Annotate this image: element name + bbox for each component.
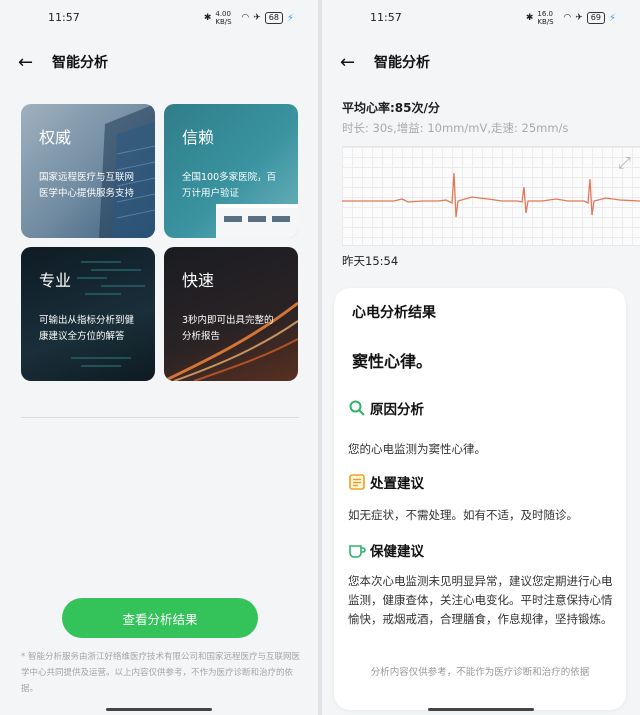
recording-meta: 时长: 30s,增益: 10mm/mV,走速: 25mm/s [342, 121, 569, 135]
section-cause-analysis: 原因分析 [348, 398, 424, 418]
header: ← 智能分析 [18, 50, 108, 74]
status-time: 11:57 [48, 11, 80, 24]
card-desc: 全国100多家医院，百万计用户验证 [182, 172, 277, 199]
back-arrow-icon[interactable]: ← [18, 52, 52, 73]
section-title: 处置建议 [370, 476, 424, 492]
average-heart-rate: 平均心率:85次/分 [342, 101, 440, 115]
page-title: 智能分析 [52, 55, 108, 71]
charging-icon: ⚡ [608, 12, 616, 24]
card-desc: 3秒内即可出具完整的分析报告 [182, 315, 274, 342]
battery-icon: 68 [264, 12, 283, 24]
wifi-icon: ◠ [563, 13, 572, 23]
result-value: 窦性心律。 [352, 352, 433, 371]
status-icons: ✱ 16.0 KB/S ◠ ✈ 69 ⚡ [526, 10, 616, 26]
page-title: 智能分析 [374, 55, 430, 71]
view-results-button[interactable]: 查看分析结果 [62, 598, 258, 638]
home-indicator[interactable] [428, 708, 534, 711]
cup-icon [349, 545, 366, 558]
section-health-advice: 保健建议 [348, 540, 424, 560]
result-footer-note: 分析内容仅供参考，不能作为医疗诊断和治疗的依据 [370, 667, 590, 678]
card-desc: 可输出从指标分析到健康建议全方位的解答 [39, 315, 135, 342]
status-time: 11:57 [370, 11, 402, 24]
back-arrow-icon[interactable]: ← [340, 52, 374, 73]
section-text: 您的心电监测为窦性心律。 [348, 442, 486, 456]
divider [21, 417, 299, 418]
battery-icon: 69 [586, 12, 605, 24]
note-icon [349, 474, 365, 490]
section-title: 原因分析 [370, 402, 424, 418]
status-bar: 11:57 ✱ 4.00 KB/S ◠ ✈ 68 ⚡ [0, 8, 318, 30]
card-title: 快速 [182, 271, 215, 290]
bluetooth-icon: ✱ [525, 13, 534, 23]
section-text: 您本次心电监测未见明显异常，建议您定期进行心电监测，健康查体，关注心电变化。平时… [348, 574, 613, 626]
status-bar: 11:57 ✱ 16.0 KB/S ◠ ✈ 69 ⚡ [322, 8, 640, 30]
status-icons: ✱ 4.00 KB/S ◠ ✈ 68 ⚡ [204, 10, 294, 26]
card-title: 专业 [39, 271, 72, 290]
ecg-result-card: 心电分析结果 窦性心律。 原因分析 您的心电监测为窦性心律。 处置建议 如无症状… [334, 288, 626, 710]
charging-icon: ⚡ [286, 12, 294, 24]
section-text: 如无症状，不需处理。如有不适，及时随诊。 [348, 508, 578, 522]
airplane-icon: ✈ [253, 13, 261, 23]
ecg-chart: ⤢ [342, 146, 640, 246]
section-handling-advice: 处置建议 [348, 472, 424, 492]
card-authority[interactable]: 权威 国家远程医疗与互联网医学中心提供服务支持 [21, 104, 155, 238]
search-icon [349, 400, 365, 416]
card-title: 权威 [39, 128, 72, 147]
card-fast[interactable]: 快速 3秒内即可出具完整的分析报告 [164, 247, 298, 381]
card-trust[interactable]: 信赖 全国100多家医院，百万计用户验证 [164, 104, 298, 238]
wifi-icon: ◠ [241, 13, 250, 23]
airplane-icon: ✈ [575, 13, 583, 23]
left-screen: 11:57 ✱ 4.00 KB/S ◠ ✈ 68 ⚡ ← 智能分析 权威 国家远… [0, 0, 318, 715]
card-professional[interactable]: 专业 可输出从指标分析到健康建议全方位的解答 [21, 247, 155, 381]
card-title: 信赖 [182, 128, 215, 147]
header: ← 智能分析 [340, 50, 430, 74]
card-desc: 国家远程医疗与互联网医学中心提供服务支持 [39, 172, 135, 199]
expand-icon[interactable]: ⤢ [618, 153, 632, 172]
section-title: 保健建议 [370, 544, 424, 560]
net-speed: 4.00 KB/S [215, 10, 232, 26]
disclaimer-text: * 智能分析服务由浙江好络维医疗技术有限公司和国家远程医疗与互联网医学中心共同提… [21, 652, 300, 694]
right-screen: 11:57 ✱ 16.0 KB/S ◠ ✈ 69 ⚡ ← 智能分析 平均心率:8… [322, 0, 640, 715]
home-indicator[interactable] [106, 708, 212, 711]
record-time: 昨天15:54 [342, 254, 399, 268]
ecg-waveform [342, 172, 640, 218]
result-card-title: 心电分析结果 [352, 305, 436, 321]
bluetooth-icon: ✱ [203, 13, 212, 23]
net-speed: 16.0 KB/S [537, 10, 554, 26]
